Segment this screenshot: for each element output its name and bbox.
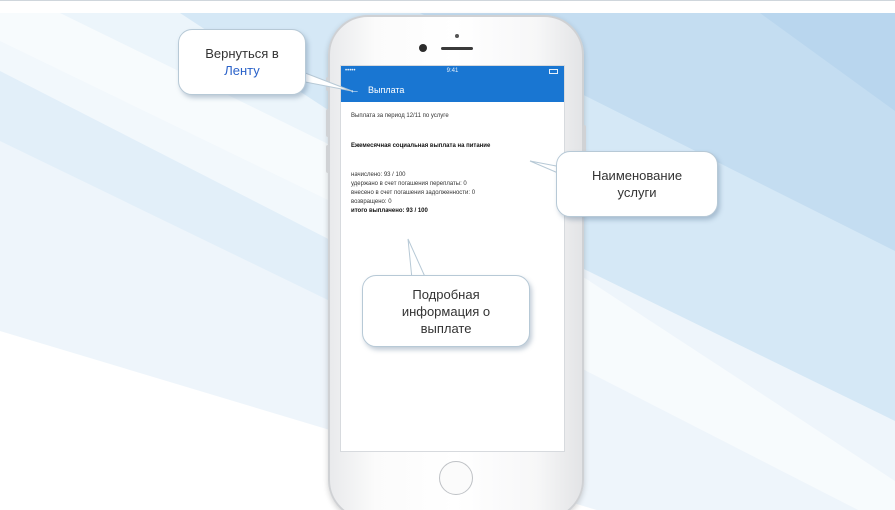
screen-title: Выплата (368, 84, 405, 95)
callout-service: Наименование услуги (556, 151, 718, 217)
home-button-icon[interactable] (439, 461, 473, 495)
payment-period-text: Выплата за период 12/11 по услуге (351, 113, 449, 119)
status-bar: ••••• 9:41 (341, 66, 564, 77)
callout-service-line1: Наименование (591, 168, 683, 183)
front-sensor (455, 34, 459, 38)
left-arrow-icon[interactable]: ← (349, 84, 360, 96)
detail-line: начислено: 93 / 100 (351, 172, 406, 178)
detail-line: возвращено: 0 (351, 199, 392, 205)
battery-icon (549, 69, 558, 74)
payment-content: Выплата за период 12/11 по услуге Ежемес… (341, 102, 564, 226)
callout-payment-line2: информация о (401, 303, 491, 319)
volume-up-button (326, 109, 330, 137)
callout-back-text: Вернуться в (205, 46, 279, 61)
total-paid: итого выплачено: 93 / 100 (351, 208, 428, 214)
detail-line: внесено в счет погашения задолженности: … (351, 190, 476, 196)
volume-down-button (326, 145, 330, 173)
callout-payment: Подробная информация о выплате (362, 275, 530, 347)
callout-payment-line3: выплате (420, 320, 472, 336)
app-bar: ← Выплата (341, 77, 564, 102)
callout-payment-line1: Подробная (412, 286, 480, 302)
feed-link[interactable]: Ленту (224, 62, 260, 79)
slide: ••••• 9:41 ← Выплата Выплата за период 1… (0, 0, 895, 510)
phone-screen: ••••• 9:41 ← Выплата Выплата за период 1… (340, 65, 565, 452)
front-camera (419, 44, 427, 52)
callout-service-line2: услуги (617, 185, 657, 200)
callout-back: Вернуться в Ленту (178, 29, 306, 95)
detail-line: удержано в счет погашения переплаты: 0 (351, 181, 467, 187)
mute-switch (326, 77, 330, 91)
earpiece-speaker (441, 47, 473, 50)
status-time: 9:41 (446, 68, 459, 74)
service-name: Ежемесячная социальная выплата на питани… (351, 143, 491, 149)
